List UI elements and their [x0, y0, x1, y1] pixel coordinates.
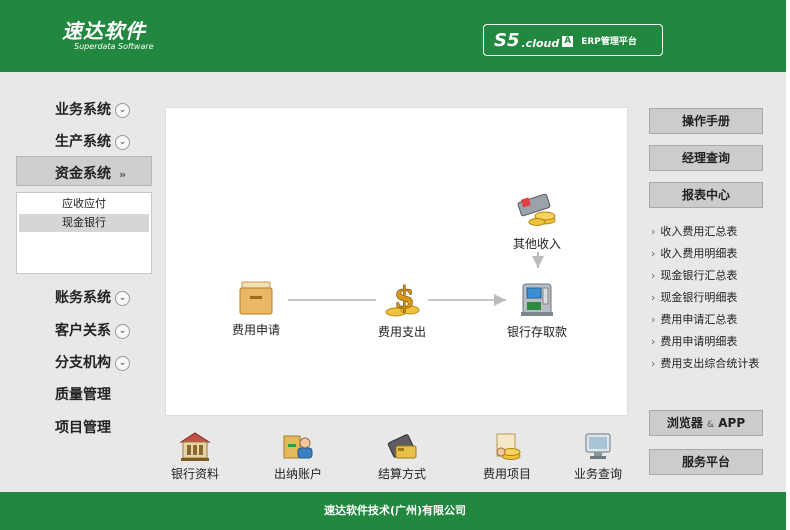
nav-item-accounting[interactable]: 账务系统 ⌄ [55, 287, 130, 307]
payment-icon [387, 434, 417, 459]
bank-icon [179, 432, 211, 461]
nav-label: 项目管理 [55, 420, 111, 436]
report-label: 费用申请汇总表 [660, 313, 738, 326]
browser-app-button[interactable]: 浏览器 & APP [649, 410, 763, 436]
quick-label: 银行资料 [170, 467, 219, 481]
chevron-right-icon: › [651, 357, 656, 370]
nav-label: 业务系统 [55, 102, 111, 118]
cashier-icon [283, 435, 313, 459]
report-link-expense-apply-summary[interactable]: › 费用申请汇总表 [651, 311, 737, 327]
node-expense-out[interactable]: $ 费用支出 [366, 278, 438, 340]
report-label: 现金银行明细表 [660, 291, 738, 304]
node-bank-deposit[interactable]: 银行存取款 [501, 278, 573, 340]
quick-label: 出纳账户 [273, 467, 322, 481]
quick-label: 结算方式 [377, 467, 426, 481]
subitem-cash-bank[interactable]: 现金银行 [19, 214, 149, 232]
product-s5: S5 [494, 29, 520, 51]
product-desc: ERP管理平台 [581, 36, 637, 47]
quick-business-query[interactable]: 业务查询 [570, 430, 626, 482]
report-label: 收入费用汇总表 [660, 225, 738, 238]
chevron-down-icon: ⌄ [115, 134, 130, 150]
chevron-down-icon: ⌄ [115, 355, 130, 371]
report-label: 收入费用明细表 [660, 247, 738, 260]
report-link-income-expense-summary[interactable]: › 收入费用汇总表 [651, 223, 737, 239]
funds-subpanel: 应收应付 现金银行 [16, 192, 152, 274]
nav-item-project[interactable]: 项目管理 [55, 417, 111, 437]
report-link-cash-bank-detail[interactable]: › 现金银行明细表 [651, 289, 737, 305]
quick-settlement[interactable]: 结算方式 [362, 430, 442, 482]
chevron-right-icon: › [651, 291, 656, 304]
quick-label: 业务查询 [573, 467, 622, 481]
chevron-right-icon: › [651, 225, 656, 238]
nav-item-business[interactable]: 业务系统 ⌄ [55, 99, 130, 119]
chevron-down-icon: ⌄ [115, 102, 130, 118]
nav-label: 账务系统 [55, 290, 111, 306]
report-link-income-expense-detail[interactable]: › 收入费用明细表 [651, 245, 737, 261]
node-label: 费用支出 [377, 325, 426, 339]
product-a: A [562, 35, 574, 47]
chevron-right-icon: › [651, 247, 656, 260]
report-link-cash-bank-summary[interactable]: › 现金银行汇总表 [651, 267, 737, 283]
report-link-expense-apply-detail[interactable]: › 费用申请明细表 [651, 333, 737, 349]
query-icon [585, 433, 611, 459]
nav-item-funds[interactable]: 资金系统 » [55, 163, 126, 183]
node-other-income[interactable]: 其他收入 [501, 190, 573, 252]
report-label: 现金银行汇总表 [660, 269, 738, 282]
manager-query-button[interactable]: 经理查询 [649, 145, 763, 171]
manual-button[interactable]: 操作手册 [649, 108, 763, 134]
product-cloud: .cloud [521, 36, 560, 50]
report-label: 费用申请明细表 [660, 335, 738, 348]
brand-subtitle: Superdata Software [74, 42, 154, 51]
footer-company: 速达软件技术(广州)有限公司 [0, 492, 790, 530]
node-label: 费用申请 [231, 323, 280, 337]
browser-amp: & [707, 420, 715, 430]
node-expense-apply[interactable]: 费用申请 [221, 278, 291, 338]
nav-label: 分支机构 [55, 355, 111, 371]
browser-app-label: APP [718, 416, 746, 430]
nav-item-quality[interactable]: 质量管理 [55, 384, 111, 404]
nav-label: 生产系统 [55, 134, 111, 150]
nav-item-production[interactable]: 生产系统 ⌄ [55, 131, 130, 151]
node-label: 其他收入 [512, 237, 561, 251]
svg-text:$: $ [394, 281, 415, 316]
nav-item-crm[interactable]: 客户关系 ⌄ [55, 320, 130, 340]
report-label: 费用支出综合统计表 [660, 357, 760, 370]
money-icon: $ [385, 281, 420, 317]
folder-icon [239, 281, 273, 315]
nav-label: 客户关系 [55, 323, 111, 339]
expense-icon [496, 433, 521, 460]
quick-expense-item[interactable]: 费用项目 [467, 430, 547, 482]
atm-icon [521, 283, 553, 316]
report-link-expense-out-stats[interactable]: › 费用支出综合统计表 [651, 355, 759, 371]
quick-label: 费用项目 [482, 467, 531, 481]
nav-label: 质量管理 [55, 387, 111, 403]
nav-item-branch[interactable]: 分支机构 ⌄ [55, 352, 130, 372]
flow-arrows [288, 252, 544, 306]
chevron-right-icon: › [651, 313, 656, 326]
nav-label: 资金系统 [55, 166, 111, 182]
chevron-double-down-icon: » [119, 168, 127, 181]
header-bar: 速达软件 Superdata Software S5 .cloud A ERP管… [0, 0, 790, 72]
brand-name: 速达软件 [62, 19, 146, 43]
coins-icon [517, 193, 556, 226]
report-center-button[interactable]: 报表中心 [649, 182, 763, 208]
brand-logo: 速达软件 Superdata Software [62, 20, 154, 52]
chevron-right-icon: › [651, 335, 656, 348]
flow-panel: 费用申请 $ 费用支出 银行存取款 其他收入 [165, 107, 628, 416]
right-edge [786, 0, 790, 530]
service-platform-button[interactable]: 服务平台 [649, 449, 763, 475]
chevron-down-icon: ⌄ [115, 290, 130, 306]
chevron-right-icon: › [651, 269, 656, 282]
quick-cashier-account[interactable]: 出纳账户 [258, 430, 338, 482]
quick-bank-info[interactable]: 银行资料 [155, 430, 235, 482]
product-badge: S5 .cloud A ERP管理平台 [483, 24, 663, 56]
node-label: 银行存取款 [506, 325, 567, 339]
browser-label: 浏览器 [666, 416, 703, 430]
chevron-down-icon: ⌄ [115, 323, 130, 339]
subitem-receivable[interactable]: 应收应付 [19, 195, 149, 213]
